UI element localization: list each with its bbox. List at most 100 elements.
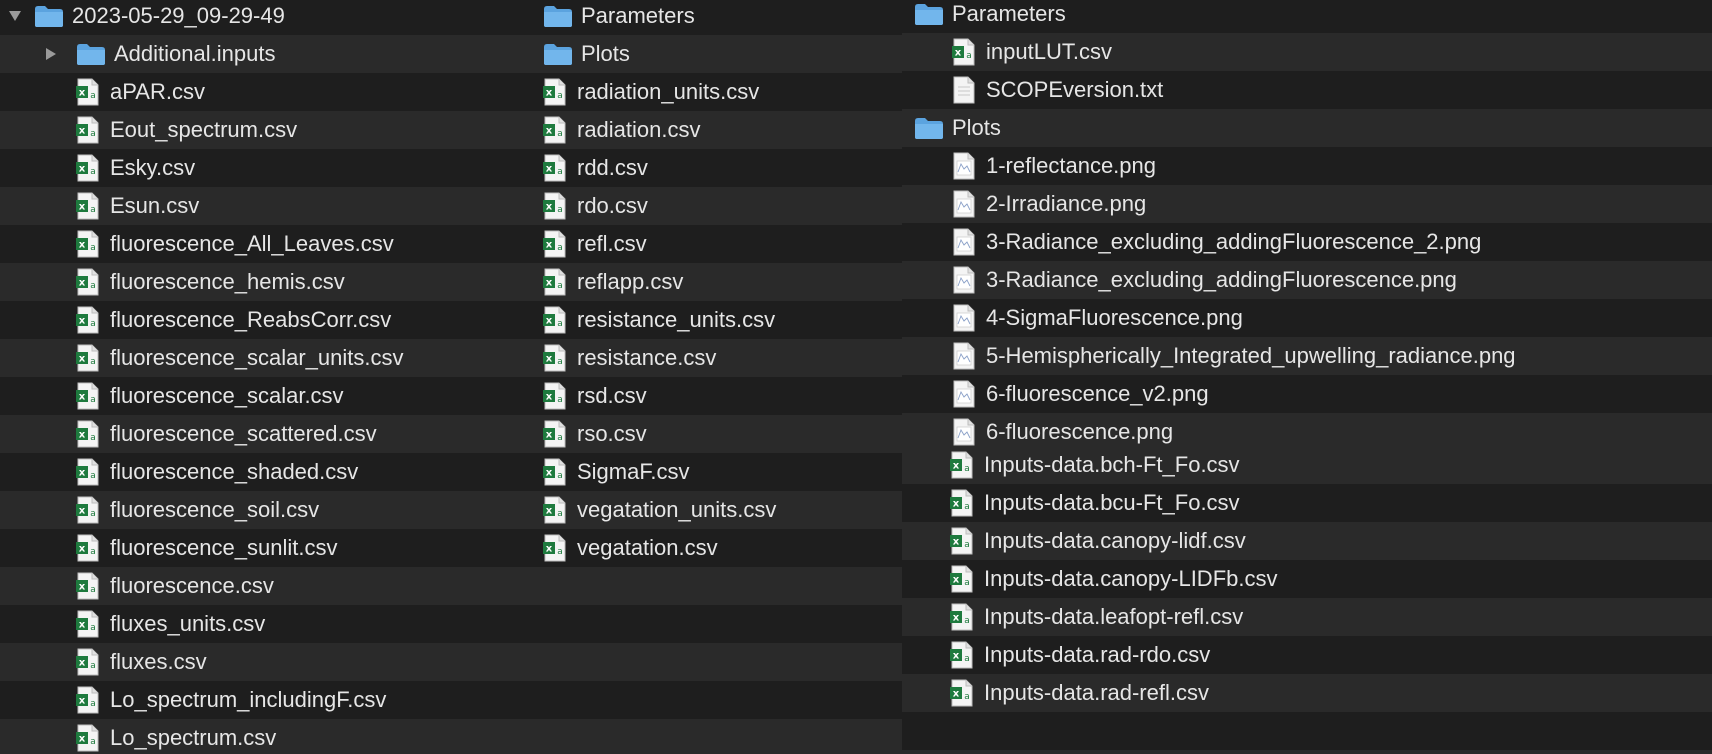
file-row[interactable]: x a rso.csv bbox=[515, 415, 902, 453]
file-row[interactable]: x a resistance.csv bbox=[515, 339, 902, 377]
file-list-pane-parameters-plots[interactable]: Parameters x a inputLUT.csv SCOPEversion.txt… bbox=[902, 0, 1712, 450]
file-row[interactable]: x a Lo_spectrum.csv bbox=[0, 719, 515, 754]
svg-text:a: a bbox=[964, 502, 970, 512]
file-row[interactable]: x a Inputs-data.bch-Ft_Fo.csv bbox=[902, 450, 1712, 484]
file-row[interactable]: x a Eout_spectrum.csv bbox=[0, 111, 515, 149]
file-row[interactable]: x a fluorescence_scalar.csv bbox=[0, 377, 515, 415]
file-row[interactable]: 4-SigmaFluorescence.png bbox=[902, 299, 1712, 337]
svg-text:a: a bbox=[90, 129, 96, 139]
empty-row bbox=[515, 681, 902, 719]
file-list-pane-additional-inputs[interactable]: Additional.inputsxaInputs-data.bch-Ft_Fo… bbox=[902, 450, 1712, 754]
svg-text:x: x bbox=[79, 354, 86, 365]
file-row[interactable]: x a fluorescence_scalar_units.csv bbox=[0, 339, 515, 377]
svg-text:a: a bbox=[90, 395, 96, 405]
item-label: radiation.csv bbox=[577, 117, 701, 142]
file-row[interactable]: x a SigmaF.csv bbox=[515, 453, 902, 491]
svg-text:a: a bbox=[557, 281, 563, 291]
file-row[interactable]: 5-Hemispherically_Integrated_upwelling_r… bbox=[902, 337, 1712, 375]
svg-text:x: x bbox=[79, 506, 86, 517]
svg-text:a: a bbox=[90, 433, 96, 443]
empty-row bbox=[515, 719, 902, 754]
item-label: Inputs-data.canopy-LIDFb.csv bbox=[984, 566, 1278, 591]
svg-text:x: x bbox=[79, 658, 86, 669]
svg-text:x: x bbox=[79, 544, 86, 555]
file-row[interactable]: x a fluorescence_All_Leaves.csv bbox=[0, 225, 515, 263]
folder-icon bbox=[914, 0, 944, 33]
excel-csv-icon: xa bbox=[76, 301, 100, 339]
file-row[interactable]: x a Lo_spectrum_includingF.csv bbox=[0, 681, 515, 719]
excel-csv-icon: xa bbox=[543, 339, 567, 377]
file-row[interactable]: x a fluorescence_soil.csv bbox=[0, 491, 515, 529]
file-row[interactable]: SCOPEversion.txt bbox=[902, 71, 1712, 109]
svg-text:a: a bbox=[90, 281, 96, 291]
file-row[interactable]: 6-fluorescence_v2.png bbox=[902, 375, 1712, 413]
file-row[interactable]: x a rdo.csv bbox=[515, 187, 902, 225]
folder-row[interactable]: Parameters bbox=[515, 0, 902, 35]
file-row[interactable]: x a reflapp.csv bbox=[515, 263, 902, 301]
file-list-pane-continued[interactable]: Parameters Plots x a radiation_units.csv x a ra… bbox=[515, 0, 902, 754]
file-row[interactable]: x a radiation_units.csv bbox=[515, 73, 902, 111]
file-row[interactable]: x a refl.csv bbox=[515, 225, 902, 263]
file-row[interactable]: x a Inputs-data.rad-refl.csv bbox=[902, 674, 1712, 712]
file-row[interactable]: x a rdd.csv bbox=[515, 149, 902, 187]
file-row[interactable]: x a Inputs-data.canopy-lidf.csv bbox=[902, 522, 1712, 560]
folder-row[interactable]: Plots bbox=[902, 109, 1712, 147]
file-row[interactable]: 3-Radiance_excluding_addingFluorescence_… bbox=[902, 223, 1712, 261]
file-row[interactable]: x a radiation.csv bbox=[515, 111, 902, 149]
file-row[interactable]: x a Inputs-data.leafopt-refl.csv bbox=[902, 598, 1712, 636]
folder-row[interactable]: 2023-05-29_09-29-49 bbox=[0, 0, 515, 35]
file-row[interactable]: 2-Irradiance.png bbox=[902, 185, 1712, 223]
svg-text:x: x bbox=[79, 734, 86, 745]
file-row[interactable]: 1-reflectance.png bbox=[902, 147, 1712, 185]
file-row[interactable]: x a fluorescence_shaded.csv bbox=[0, 453, 515, 491]
file-row[interactable]: x a aPAR.csv bbox=[0, 73, 515, 111]
svg-text:x: x bbox=[79, 430, 86, 441]
file-row[interactable]: x a rsd.csv bbox=[515, 377, 902, 415]
svg-text:x: x bbox=[953, 575, 960, 586]
folder-row[interactable]: Parameters bbox=[902, 0, 1712, 33]
file-row[interactable]: 6-fluorescence.png bbox=[902, 413, 1712, 450]
file-row[interactable]: x a Inputs-data.rad-rdo.csv bbox=[902, 636, 1712, 674]
item-label: fluxes_units.csv bbox=[110, 611, 266, 636]
file-row[interactable]: x a fluorescence_scattered.csv bbox=[0, 415, 515, 453]
file-row[interactable]: x a Esky.csv bbox=[0, 149, 515, 187]
file-row[interactable]: 3-Radiance_excluding_addingFluorescence.… bbox=[902, 261, 1712, 299]
file-row[interactable]: x a Esun.csv bbox=[0, 187, 515, 225]
svg-text:x: x bbox=[546, 430, 553, 441]
item-label: 1-reflectance.png bbox=[986, 153, 1156, 178]
excel-csv-icon: xa bbox=[76, 377, 100, 415]
excel-csv-icon: xa bbox=[950, 674, 974, 712]
svg-text:a: a bbox=[557, 91, 563, 101]
file-row[interactable]: x a fluorescence.csv bbox=[0, 567, 515, 605]
file-row[interactable]: x a fluorescence_ReabsCorr.csv bbox=[0, 301, 515, 339]
file-list-pane-root[interactable]: 2023-05-29_09-29-49 Additional.inputs x a aP… bbox=[0, 0, 515, 754]
svg-text:a: a bbox=[90, 319, 96, 329]
file-row[interactable]: x a resistance_units.csv bbox=[515, 301, 902, 339]
file-row[interactable]: x a vegatation.csv bbox=[515, 529, 902, 567]
excel-csv-icon: xa bbox=[76, 681, 100, 719]
folder-row[interactable]: Additional.inputs bbox=[0, 35, 515, 73]
item-label: rso.csv bbox=[577, 421, 647, 446]
file-row[interactable]: x a vegatation_units.csv bbox=[515, 491, 902, 529]
file-row[interactable]: x a inputLUT.csv bbox=[902, 33, 1712, 71]
item-label: Inputs-data.bch-Ft_Fo.csv bbox=[984, 452, 1240, 477]
file-row[interactable]: x a Inputs-data.canopy-LIDFb.csv bbox=[902, 560, 1712, 598]
file-row[interactable]: x a Inputs-data.bcu-Ft_Fo.csv bbox=[902, 484, 1712, 522]
folder-row[interactable]: Plots bbox=[515, 35, 902, 73]
svg-text:a: a bbox=[557, 243, 563, 253]
svg-text:a: a bbox=[90, 509, 96, 519]
folder-icon bbox=[76, 35, 106, 73]
svg-text:a: a bbox=[557, 471, 563, 481]
svg-text:a: a bbox=[557, 547, 563, 557]
file-row[interactable]: x a fluorescence_sunlit.csv bbox=[0, 529, 515, 567]
triangle-right-icon[interactable] bbox=[44, 35, 58, 73]
svg-text:x: x bbox=[953, 613, 960, 624]
svg-text:a: a bbox=[964, 692, 970, 702]
triangle-down-icon[interactable] bbox=[8, 0, 22, 35]
svg-text:x: x bbox=[953, 499, 960, 510]
file-row[interactable]: x a fluxes.csv bbox=[0, 643, 515, 681]
excel-csv-icon: xa bbox=[76, 73, 100, 111]
file-row[interactable]: x a fluorescence_hemis.csv bbox=[0, 263, 515, 301]
item-label: fluorescence_scalar.csv bbox=[110, 383, 344, 408]
file-row[interactable]: x a fluxes_units.csv bbox=[0, 605, 515, 643]
